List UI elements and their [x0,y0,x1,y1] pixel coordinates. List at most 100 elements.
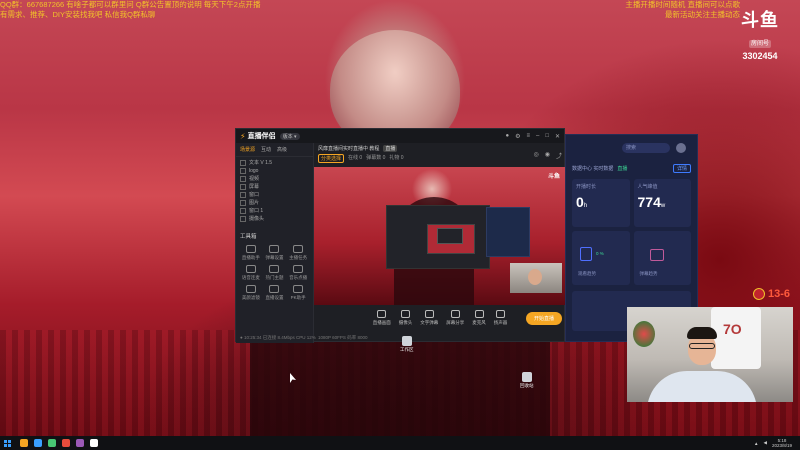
avatar[interactable] [676,143,686,153]
taskbar-apps [20,439,98,447]
toolbar-text-button[interactable]: 文字弹幕 [420,310,438,326]
start-stream-button[interactable]: 开始直播 [525,312,562,325]
tool-item[interactable]: 音乐点播 [287,265,309,281]
toolbar-label: 扬声器 [493,320,508,325]
source-item[interactable]: 图片 [240,199,309,207]
tab-scenes[interactable]: 场景源 [240,146,255,153]
stream-badge: 直播 [383,145,398,152]
preview-webcam [510,263,562,293]
stat-value: 0 [576,194,584,210]
tool-item[interactable]: 主播任务 [287,245,309,261]
taskbar-app-icon[interactable] [34,439,42,447]
detail-button[interactable]: 详情 [672,163,691,173]
stream-title[interactable]: 风靡直播间实时直播中 教程 [318,145,379,152]
tool-item[interactable]: 直播助手 [240,245,262,261]
settings-icon[interactable]: ⚙ [515,133,520,140]
panel-search-input[interactable]: 搜索 [622,143,670,153]
tool-label: 音乐点播 [289,275,308,280]
trend-chart-right: 弹幕趋势 [633,231,691,285]
toolbar-label: 文字弹幕 [420,320,439,325]
taskbar-app-icon[interactable] [48,439,56,447]
source-item[interactable]: 视频 [240,175,309,183]
tab-advanced[interactable]: 高级 [277,146,287,153]
minimize-icon[interactable]: – [536,133,539,140]
tab-interaction[interactable]: 互动 [261,146,271,153]
maximize-icon[interactable]: □ [545,133,549,140]
text-icon [424,310,434,318]
ticker-line: 有需求、推荐、DIY安装找我吧 私信我Q群私聊 [0,10,156,19]
tool-icon [293,285,304,293]
tool-item[interactable]: 美颜滤镜 [240,285,262,301]
match-score: 13-6 [753,288,790,300]
douyu-logo: 斗鱼 房间号 3302454 [734,6,786,61]
taskbar-app-icon[interactable] [76,439,84,447]
stat-unit: h [583,203,588,209]
network-icon[interactable]: ▲ [754,441,758,446]
tool-label: 语音连麦 [241,275,260,280]
tool-item[interactable]: 弹幕设置 [264,245,286,261]
chat-icon[interactable]: ◉ [545,151,550,160]
desktop-icon[interactable]: 工作区 [400,336,414,353]
source-item[interactable]: 窗口 1 [240,207,309,215]
screen-icon [377,310,387,318]
tool-icon [245,265,256,273]
room-label: 房间号 [748,40,771,48]
taskbar: ▲ ◀ 5:18 2023/8/19 [0,436,800,450]
volume-icon[interactable]: ◀ [764,440,767,446]
category-button[interactable]: 分类选择 [318,154,345,163]
taskbar-app-icon[interactable] [20,439,28,447]
app-main: 风靡直播间实时直播中 教程 直播 分类选择 在线 0 弹幕数 0 礼物 0 ◎ … [314,143,566,343]
share-icon[interactable]: ⤴ [556,151,562,160]
club-crest-icon [753,288,765,300]
stat-unit: w [660,203,666,209]
clock[interactable]: 5:18 2023/8/19 [772,438,792,448]
jersey-number: 7O [723,321,742,337]
tools-title: 工具箱 [240,234,257,240]
stream-preview[interactable]: 斗鱼 [314,167,566,305]
tool-label: PK助手 [290,295,306,300]
tool-item[interactable]: 直播设置 [264,285,286,301]
panel-title-row: 数据中心 实时数据 直播 详情 [566,161,697,175]
toolbar-speaker-button[interactable]: 扬声器 [493,310,508,326]
menu-icon[interactable]: ≡ [526,133,530,140]
source-item[interactable]: 窗口 [240,191,309,199]
start-button[interactable] [0,436,14,450]
toolbar-share-button[interactable]: 屏幕分享 [446,310,464,326]
grid-icon [649,249,664,261]
webcam-overlay: 7O [627,307,793,402]
speaker-icon [496,310,505,318]
room-number: 3302454 [742,51,778,61]
douyu-mark: 斗鱼 [741,10,779,30]
toolbar-scene-button[interactable]: 直播画面 [373,310,391,326]
source-item[interactable]: 屏幕 [240,183,309,191]
source-item[interactable]: logo [240,167,309,175]
taskbar-app-icon[interactable] [90,439,98,447]
tool-label: 热门主题 [265,275,284,280]
toolbar-mic-button[interactable]: 麦克风 [472,310,486,326]
glasses [689,343,715,349]
taskbar-app-icon[interactable] [62,439,70,447]
tool-item[interactable]: PK助手 [287,285,309,301]
source-item[interactable]: 摄像头 [240,215,309,223]
gift-icon[interactable]: ◎ [533,151,538,160]
tool-label: 美颜滤镜 [241,295,260,300]
version-dropdown[interactable]: 版本 ▾ [279,132,300,140]
avatar-icon[interactable]: ● [505,133,509,140]
toolbar-camera-button[interactable]: 摄像头 [398,310,413,326]
ticker-right: 主播开播时间随机 直播间可以点歌 最新活动关注主播动态 [625,0,740,20]
toolbar-label: 摄像头 [398,320,413,325]
tool-label: 主播任务 [289,255,308,260]
tool-icon [269,245,280,253]
toolbar-label: 麦克风 [472,320,486,325]
close-icon[interactable]: ✕ [555,133,560,140]
desktop-icon[interactable]: 回收站 [520,372,534,389]
tool-item[interactable]: 语音连麦 [240,265,262,281]
live-label: 直播 [617,165,628,172]
tool-item[interactable]: 热门主题 [264,265,286,281]
stream-header: 风靡直播间实时直播中 教程 直播 分类选择 在线 0 弹幕数 0 礼物 0 ◎ … [314,143,566,165]
tool-icon [269,285,280,293]
app-name: 直播伴侣 [247,133,276,140]
tool-icon [293,265,304,273]
panel-charts: 0 % 观看趋势 弹幕趋势 [566,231,697,285]
source-item[interactable]: 文本 V 1.5 [240,159,309,167]
